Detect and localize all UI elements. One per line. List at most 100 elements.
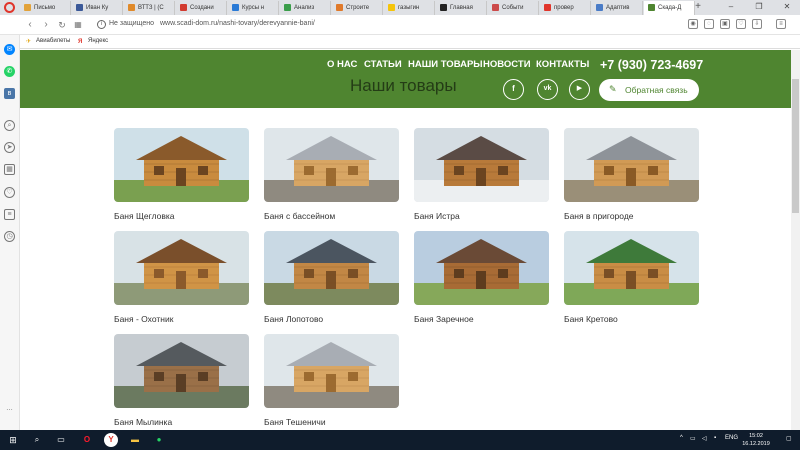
browser-tab[interactable]: Событи [488,1,539,15]
menu-products[interactable]: НАШИ ТОВАРЫ [408,59,483,70]
windows-start-icon[interactable]: ⊞ [6,433,20,447]
product-card[interactable]: Баня Истра [414,128,549,221]
phone-number[interactable]: +7 (930) 723-4697 [600,58,703,72]
browser-tab[interactable]: Адаптив [592,1,643,15]
heart-icon[interactable]: ♡ [4,187,15,198]
product-card[interactable]: Баня Мылинка [114,334,249,427]
bookmark-aviabilety[interactable]: ✈ Авиабилеты [26,38,70,45]
scrollbar-thumb[interactable] [792,79,799,213]
task-view-icon[interactable]: ▭ [54,433,68,447]
product-card[interactable]: Баня с бассейном [264,128,399,221]
history-icon[interactable]: ◷ [4,231,15,242]
minimize-icon[interactable]: – [724,2,738,11]
tab-favicon-icon [284,4,291,11]
back-icon[interactable]: ‹ [24,18,36,32]
facebook-icon[interactable]: f [503,79,524,100]
info-icon[interactable]: i [97,20,106,29]
product-title[interactable]: Баня Тешеничи [264,417,399,427]
product-image[interactable] [264,128,399,202]
forward-icon[interactable]: › [40,18,52,32]
product-title[interactable]: Баня с бассейном [264,211,399,221]
product-title[interactable]: Баня Кретово [564,314,699,324]
browser-tab[interactable]: провер [540,1,591,15]
browser-tab[interactable]: ВТТЗ | (С [124,1,175,15]
browser-tab[interactable]: Скада-Д [644,1,695,15]
product-title[interactable]: Баня Истра [414,211,549,221]
browser-tab[interactable]: Иван Ку [72,1,123,15]
send-icon[interactable]: ➤ [4,142,15,153]
tabs-grid-icon[interactable]: ▦ [4,164,15,175]
speed-dial-icon[interactable]: ▦ [72,18,84,32]
product-card[interactable]: Баня - Охотник [114,231,249,324]
whatsapp-icon[interactable]: ✆ [4,66,15,77]
product-card[interactable]: Баня Тешеничи [264,334,399,427]
product-image[interactable] [414,231,549,305]
product-title[interactable]: Баня Лопотово [264,314,399,324]
product-card[interactable]: Баня Кретово [564,231,699,324]
browser-tab[interactable]: газыгин [384,1,435,15]
security-label[interactable]: Не защищено [109,20,154,27]
volume-icon[interactable]: ◁ [702,435,707,442]
menu-news[interactable]: НОВОСТИ [483,59,531,70]
messenger-icon[interactable]: ✉ [4,44,15,55]
product-image[interactable] [414,128,549,202]
more-icon[interactable]: … [4,403,15,414]
product-card[interactable]: Баня в пригороде [564,128,699,221]
download-icon[interactable]: ⇩ [752,19,762,29]
easy-setup-icon[interactable]: ≡ [776,19,786,29]
notifications-icon[interactable]: ▢ [786,435,792,442]
feedback-button[interactable]: ✎ Обратная связь [599,79,699,101]
close-icon[interactable]: ✕ [780,2,794,11]
system-clock[interactable]: 15:02 16.12.2019 [742,432,770,448]
browser-tab[interactable]: Письмо [20,1,71,15]
opera-taskbar-icon[interactable]: O [80,433,94,447]
product-title[interactable]: Баня Заречное [414,314,549,324]
news-icon[interactable]: ≡ [4,209,15,220]
menu-contacts[interactable]: КОНТАКТЫ [536,59,589,70]
taskbar-search-icon[interactable]: ⌕ [30,433,44,447]
tray-chevron-icon[interactable]: ^ [680,435,683,441]
product-image[interactable] [264,334,399,408]
browser-tab[interactable]: Главная [436,1,487,15]
yandex-taskbar-icon[interactable]: Y [104,433,118,447]
new-tab-button[interactable]: + [692,1,704,13]
product-title[interactable]: Баня - Охотник [114,314,249,324]
product-image[interactable] [564,128,699,202]
product-card[interactable]: Баня Щегловка [114,128,249,221]
product-image[interactable] [114,334,249,408]
reload-icon[interactable]: ↻ [56,18,68,32]
browser-tab[interactable]: Строите [332,1,383,15]
bookmark-heart-icon[interactable]: ♡ [736,19,746,29]
explorer-icon[interactable]: ▬ [128,433,142,447]
product-card[interactable]: Баня Лопотово [264,231,399,324]
opera-menu-icon[interactable] [4,2,15,13]
menu-articles[interactable]: СТАТЬИ [364,59,402,70]
keyboard-language[interactable]: ENG [725,435,738,441]
product-image[interactable] [264,231,399,305]
product-title[interactable]: Баня в пригороде [564,211,699,221]
bookmark-yandex[interactable]: Я Яндекс [78,38,108,46]
tray-app-icon[interactable]: ▪ [714,435,716,441]
youtube-icon[interactable]: ▶ [569,79,590,100]
product-image[interactable] [564,231,699,305]
browser-tab[interactable]: Анализ [280,1,331,15]
browser-tab[interactable]: Создани [176,1,227,15]
page-scrollbar[interactable] [791,50,800,430]
search-icon[interactable]: ⌕ [4,120,15,131]
url-field[interactable]: www.scadi-dom.ru/nashi-tovary/derevyanni… [160,20,315,27]
network-icon[interactable]: ▭ [690,435,696,442]
whatsapp-taskbar-icon[interactable]: ● [152,433,166,447]
browser-tab[interactable]: Курсы н [228,1,279,15]
menu-about[interactable]: О НАС [327,59,357,70]
product-title[interactable]: Баня Мылинка [114,417,249,427]
vk-icon[interactable]: vk [537,79,558,100]
camera-icon[interactable]: ◉ [688,19,698,29]
vk-sidebar-icon[interactable]: в [4,88,15,99]
maximize-icon[interactable]: ❐ [752,2,766,11]
product-image[interactable] [114,231,249,305]
extensions-icon[interactable]: ▣ [720,19,730,29]
vpn-icon[interactable]: ◌ [704,19,714,29]
product-title[interactable]: Баня Щегловка [114,211,249,221]
product-card[interactable]: Баня Заречное [414,231,549,324]
product-image[interactable] [114,128,249,202]
